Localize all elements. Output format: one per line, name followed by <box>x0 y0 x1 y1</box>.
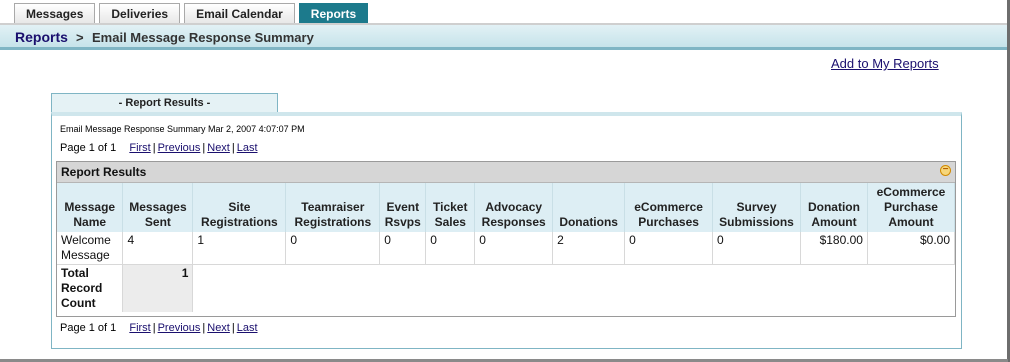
table-cell: 0 <box>425 232 476 265</box>
total-row: Total Record Count 1 <box>57 264 955 313</box>
table-cell: Welcome Message <box>57 232 124 265</box>
pager-top: Page 1 of 1 First | Previous | Next | Last <box>60 142 258 154</box>
report-results-title: Report Results <box>61 165 147 179</box>
pager-previous-link[interactable]: Previous <box>158 322 201 334</box>
column-header[interactable]: Donation Amount <box>800 183 868 232</box>
column-header[interactable]: Message Name <box>57 183 124 232</box>
tab-email-calendar[interactable]: Email Calendar <box>184 3 295 24</box>
column-header[interactable]: Advocacy Responses <box>474 183 554 232</box>
pager-separator: | <box>231 322 235 334</box>
column-header[interactable]: Event Rsvps <box>379 183 427 232</box>
pager-first-link[interactable]: First <box>129 322 150 334</box>
column-header[interactable]: Messages Sent <box>122 183 194 232</box>
report-results-tab[interactable]: - Report Results - <box>51 93 278 113</box>
pager-separator: | <box>152 142 156 154</box>
table-cell: 0 <box>712 232 801 265</box>
breadcrumb-reports-link[interactable]: Reports <box>15 29 68 45</box>
pager-last-link[interactable]: Last <box>237 142 258 154</box>
pager-previous-link[interactable]: Previous <box>158 142 201 154</box>
empty-cell <box>193 265 955 313</box>
pager-bottom: Page 1 of 1 First | Previous | Next | Last <box>60 322 258 334</box>
pager-separator: | <box>202 322 206 334</box>
page-indicator: Page 1 of 1 <box>60 142 117 154</box>
report-summary-line: Email Message Response Summary Mar 2, 20… <box>60 124 305 134</box>
top-tabs: Messages Deliveries Email Calendar Repor… <box>14 3 372 25</box>
table-cell: 0 <box>624 232 714 265</box>
add-to-my-reports-link[interactable]: Add to My Reports <box>831 56 939 71</box>
table-cell: 4 <box>122 232 194 265</box>
breadcrumb: Reports > Email Message Response Summary <box>0 25 1007 50</box>
table-cell: 0 <box>379 232 427 265</box>
report-results-header: Report Results − <box>57 162 955 183</box>
table-cell: 2 <box>552 232 626 265</box>
pager-next-link[interactable]: Next <box>207 322 230 334</box>
table-cell: $0.00 <box>867 232 956 265</box>
report-results-box: Report Results − Message Name Messages S… <box>56 161 956 317</box>
column-header[interactable]: Ticket Sales <box>425 183 476 232</box>
table-cell: 1 <box>192 232 287 265</box>
column-header[interactable]: Donations <box>552 183 626 232</box>
total-record-count-label: Total Record Count <box>57 264 124 312</box>
tab-messages[interactable]: Messages <box>14 3 96 24</box>
column-header[interactable]: eCommerce Purchase Amount <box>867 183 956 232</box>
tab-deliveries[interactable]: Deliveries <box>99 3 181 24</box>
pager-next-link[interactable]: Next <box>207 142 230 154</box>
table-cell: 0 <box>474 232 554 265</box>
table-row: Welcome Message 4 1 0 0 0 0 2 0 0 $180.0… <box>57 232 956 265</box>
table-cell: $180.00 <box>800 232 868 265</box>
column-header[interactable]: Site Registrations <box>192 183 287 232</box>
pager-last-link[interactable]: Last <box>237 322 258 334</box>
column-header[interactable]: Teamraiser Registrations <box>285 183 381 232</box>
page-indicator: Page 1 of 1 <box>60 322 117 334</box>
pager-separator: | <box>202 142 206 154</box>
column-header[interactable]: eCommerce Purchases <box>624 183 714 232</box>
tab-reports[interactable]: Reports <box>298 3 369 24</box>
table-cell: 0 <box>285 232 381 265</box>
table-header-row: Message Name Messages Sent Site Registra… <box>57 183 956 232</box>
total-record-count-value: 1 <box>122 264 194 312</box>
pager-separator: | <box>231 142 235 154</box>
pager-separator: | <box>152 322 156 334</box>
column-header[interactable]: Survey Submissions <box>712 183 801 232</box>
pager-first-link[interactable]: First <box>129 142 150 154</box>
collapse-icon[interactable]: − <box>940 165 951 176</box>
page-title: Email Message Response Summary <box>92 30 314 45</box>
breadcrumb-separator: > <box>76 30 84 45</box>
report-table: Message Name Messages Sent Site Registra… <box>57 183 956 313</box>
